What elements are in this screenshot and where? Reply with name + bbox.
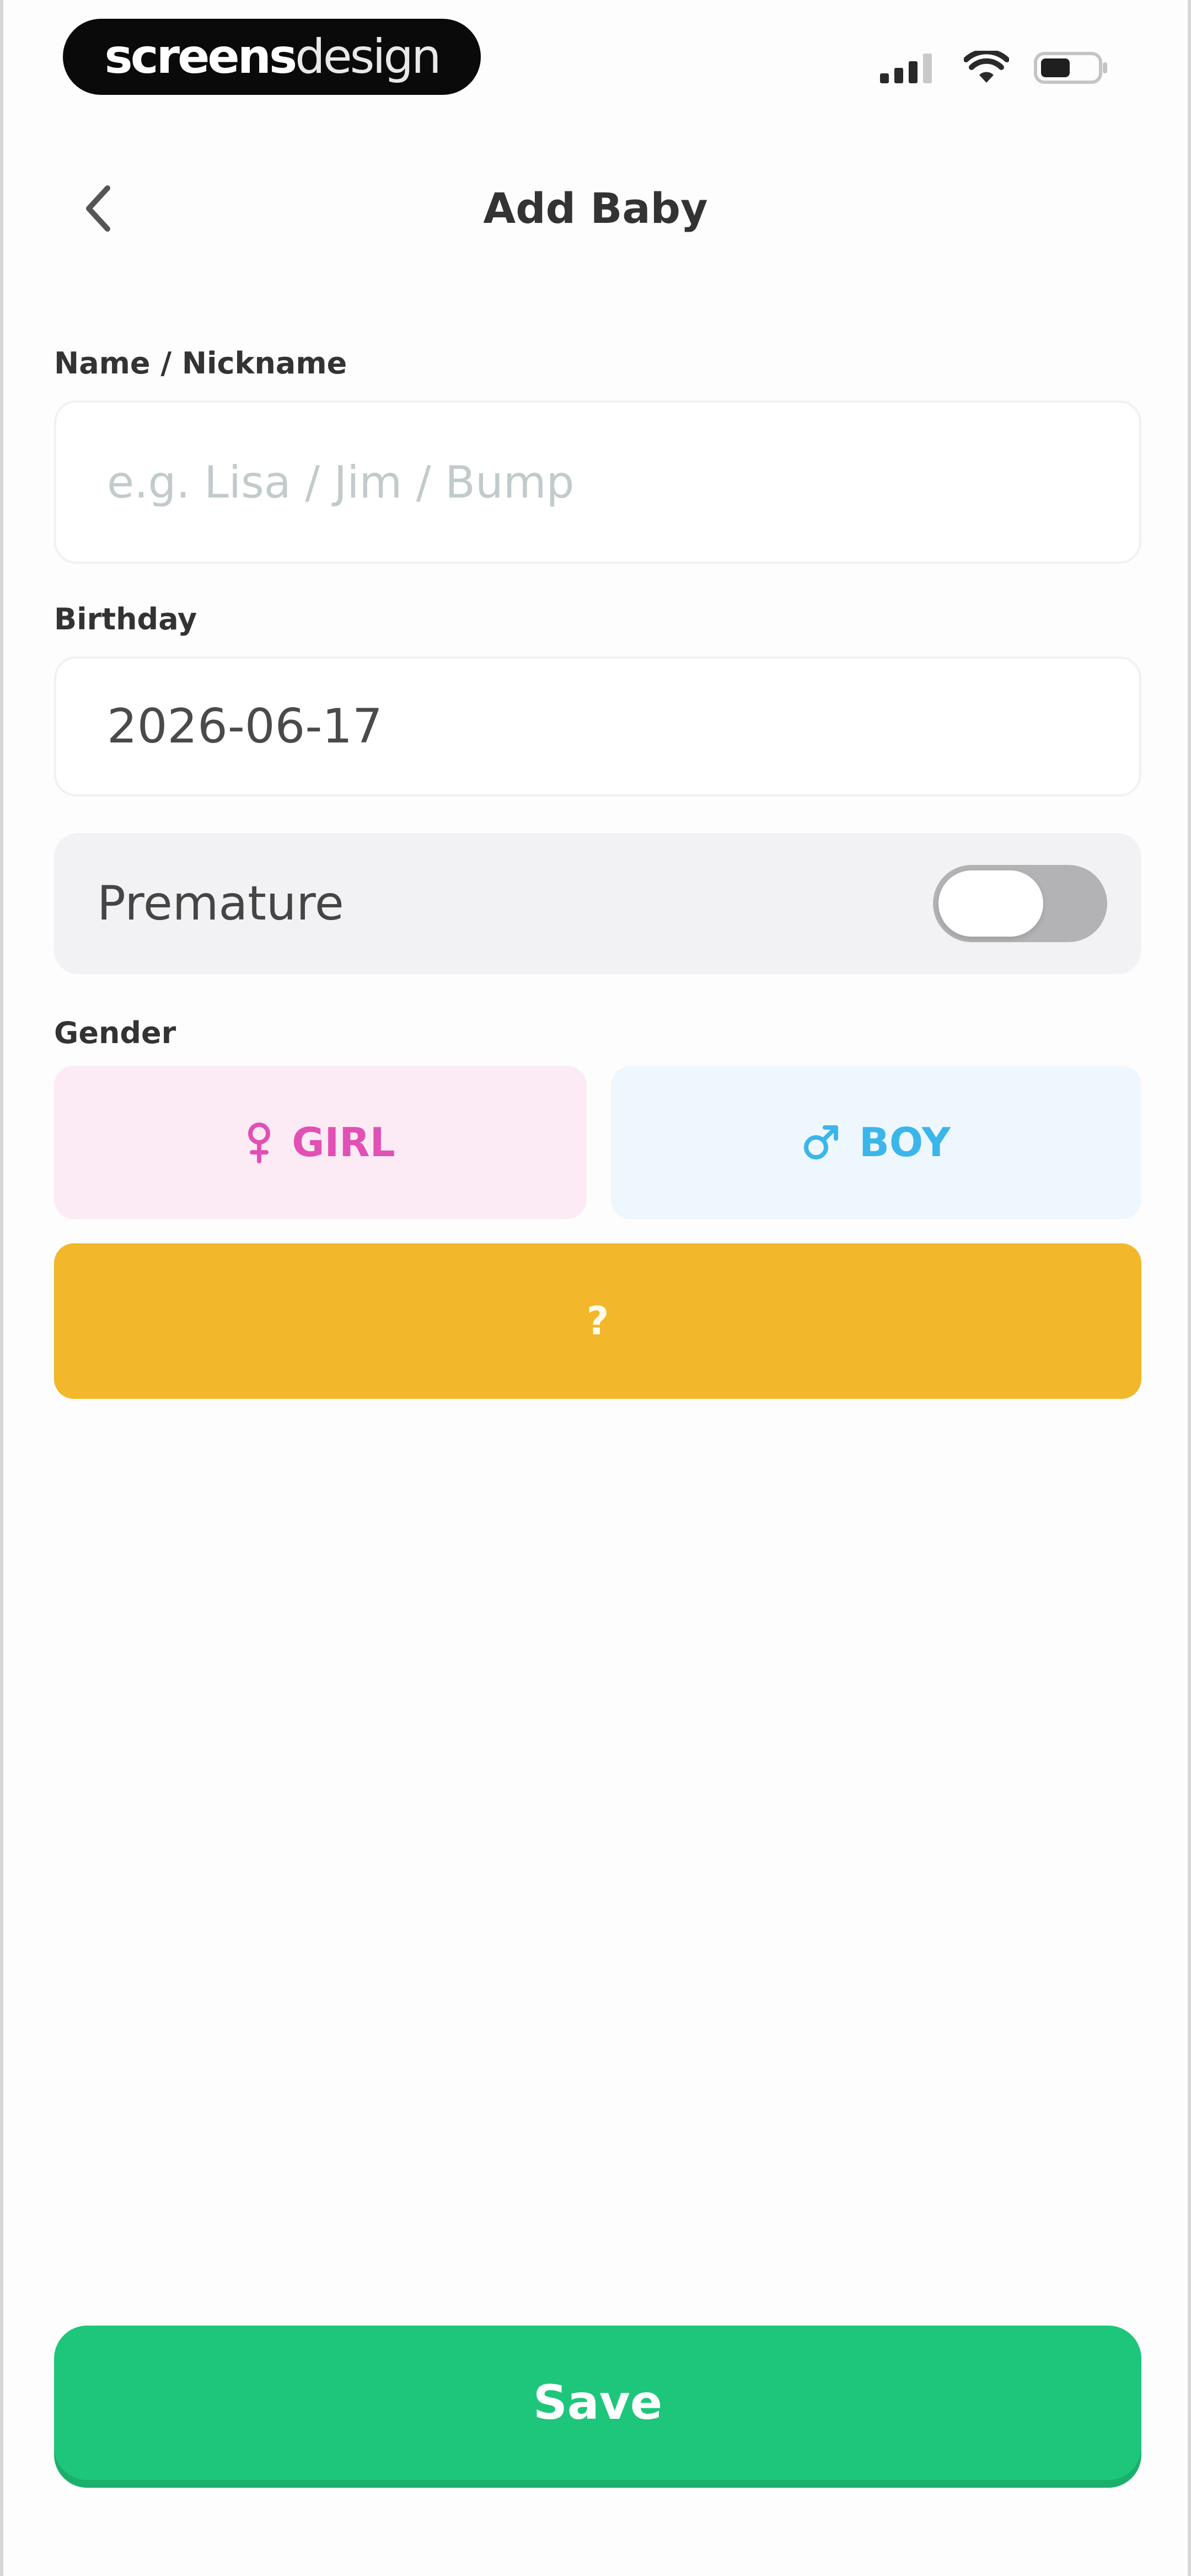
- name-label: Name / Nickname: [54, 346, 347, 381]
- toggle-thumb: [938, 870, 1043, 937]
- gender-girl-label: GIRL: [292, 1119, 395, 1166]
- gender-unknown-button[interactable]: ?: [54, 1243, 1141, 1399]
- birthday-value: 2026-06-17: [107, 699, 383, 754]
- brand-logo-text: screensdesign: [104, 29, 442, 84]
- premature-row: Premature: [54, 833, 1141, 974]
- name-input[interactable]: [54, 400, 1141, 564]
- add-baby-screen: screensdesign Add Baby Name / Nickname B…: [0, 0, 1191, 2576]
- wifi-icon: [964, 51, 1009, 83]
- battery-icon: [1034, 52, 1107, 84]
- save-button[interactable]: Save: [54, 2326, 1141, 2480]
- gender-label: Gender: [54, 1016, 176, 1050]
- birthday-field[interactable]: 2026-06-17: [54, 656, 1141, 797]
- birthday-label: Birthday: [54, 602, 197, 637]
- gender-boy-label: BOY: [859, 1119, 951, 1166]
- premature-label: Premature: [97, 876, 344, 931]
- gender-boy-button[interactable]: BOY: [611, 1066, 1141, 1219]
- male-symbol-icon: [804, 1125, 839, 1159]
- gender-girl-button[interactable]: GIRL: [54, 1066, 587, 1219]
- cellular-signal-icon: [880, 54, 932, 83]
- female-symbol-icon: [248, 1123, 271, 1163]
- status-icons: [879, 49, 1110, 87]
- gender-unknown-label: ?: [586, 1298, 609, 1344]
- brand-logo: screensdesign: [63, 19, 481, 95]
- premature-toggle[interactable]: [933, 865, 1107, 942]
- page-title: Add Baby: [483, 184, 708, 233]
